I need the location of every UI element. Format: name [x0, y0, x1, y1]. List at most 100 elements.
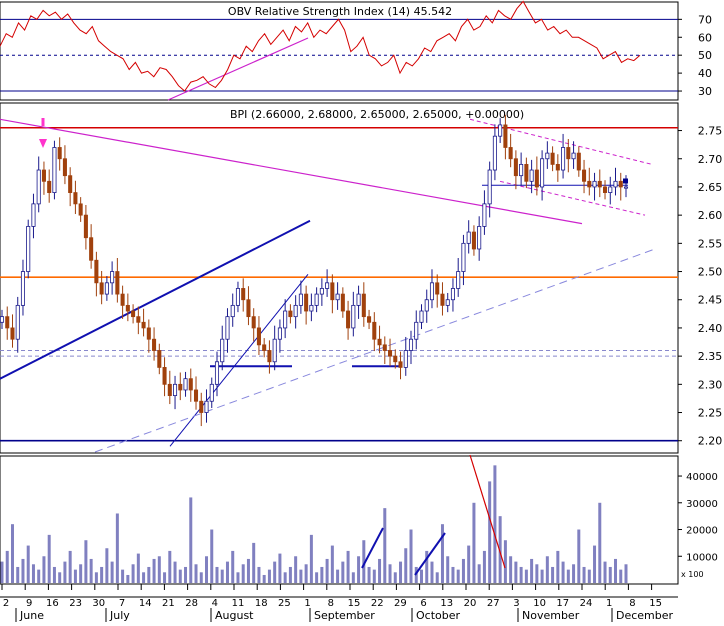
volume-bar: [304, 564, 308, 583]
candle-body: [99, 282, 104, 295]
x-month-label: August: [215, 609, 254, 622]
candle-body: [162, 367, 167, 385]
candle-body: [309, 304, 314, 312]
volume-y-tick-label: 30000: [686, 499, 718, 510]
volume-bar: [524, 569, 528, 583]
candle-body: [623, 186, 629, 189]
price-y-tick-label: 2.35: [698, 350, 723, 363]
candle-body: [193, 389, 199, 402]
candle-body: [529, 169, 534, 182]
volume-bar: [58, 572, 62, 583]
candle-body: [204, 400, 209, 413]
volume-bar: [147, 566, 151, 583]
candle-body: [477, 226, 482, 250]
candle-body: [393, 355, 398, 363]
candle-body: [414, 321, 419, 340]
volume-bar: [419, 569, 423, 583]
candle-body: [576, 152, 581, 171]
candle-body: [571, 152, 576, 160]
candle-body: [592, 180, 597, 188]
candle-body: [492, 135, 497, 171]
volume-bar: [157, 556, 161, 583]
volume-bar: [278, 553, 282, 583]
candle-body: [277, 327, 282, 340]
x-day-label: 28: [185, 598, 198, 609]
price-y-tick-label: 2.75: [698, 125, 723, 138]
candle-body: [356, 293, 361, 306]
volume-bar: [299, 569, 303, 583]
price-y-tick-label: 2.70: [698, 153, 723, 166]
price-y-tick-label: 2.30: [698, 378, 723, 391]
volume-bar: [467, 545, 471, 583]
volume-bar: [105, 548, 109, 583]
volume-bar: [509, 556, 513, 583]
price-y-tick-label: 2.45: [698, 294, 723, 307]
candle-body: [183, 378, 188, 391]
price-y-tick-label: 2.65: [698, 181, 723, 194]
x-day-label: 23: [69, 598, 82, 609]
volume-bar: [37, 569, 41, 583]
candle-body: [225, 316, 230, 340]
candle-body: [41, 169, 46, 182]
volume-bar: [535, 564, 539, 583]
candle-body: [388, 350, 393, 357]
candle-body: [209, 383, 214, 402]
volume-bar: [231, 550, 235, 583]
price-y-tick-label: 2.25: [698, 407, 723, 420]
candle-body: [235, 288, 240, 306]
candle-body: [10, 327, 15, 340]
volume-bar: [325, 558, 329, 583]
x-day-label: 3: [513, 598, 519, 609]
candle-body: [20, 271, 26, 306]
volume-y-tick-label: 10000: [686, 552, 718, 563]
candle-body: [241, 288, 246, 301]
volume-bar: [378, 558, 382, 583]
volume-bar: [225, 561, 229, 583]
x-month-labels: June July August September October November De…: [15, 608, 674, 622]
candle-body: [382, 344, 387, 351]
candle-body: [52, 147, 57, 193]
volume-bar: [582, 566, 586, 583]
volume-bar: [493, 465, 497, 583]
volume-bar: [435, 572, 439, 583]
volume-bar: [451, 566, 455, 583]
candle-body: [466, 231, 471, 244]
x-month-label: December: [616, 609, 674, 622]
candle-body: [319, 288, 324, 295]
x-day-label: 9: [26, 598, 32, 609]
candle-body: [461, 242, 466, 272]
x-day-label: 15: [348, 598, 361, 609]
volume-bar: [126, 574, 130, 583]
volume-y-tick-label: 40000: [686, 472, 718, 483]
x-month-label: June: [19, 609, 44, 622]
candle-body: [167, 383, 172, 397]
volume-bar: [530, 558, 534, 583]
volume-bar: [136, 553, 140, 583]
x-day-label: 1: [304, 598, 310, 609]
volume-bar: [446, 556, 450, 583]
price-y-tick-label: 2.55: [698, 237, 723, 250]
volume-bar: [89, 558, 93, 583]
volume-bar: [100, 566, 104, 583]
volume-unit-label: x 100: [681, 570, 704, 579]
x-day-label: 8: [328, 598, 334, 609]
volume-bar: [614, 558, 618, 583]
x-day-label: 8: [629, 598, 635, 609]
volume-bar: [624, 564, 628, 583]
candle-body: [403, 350, 408, 368]
candle-body: [62, 158, 67, 177]
volume-bar: [31, 564, 35, 583]
volume-bar: [262, 574, 266, 583]
volume-bar: [477, 564, 481, 583]
candle-body: [398, 361, 403, 368]
candle-body: [550, 152, 555, 165]
x-day-label: 20: [464, 598, 477, 609]
candle-body: [582, 169, 587, 182]
last-close-marker: [623, 178, 628, 184]
volume-bar: [52, 566, 56, 583]
volume-bar: [409, 529, 413, 583]
volume-bar: [252, 542, 256, 583]
volume-bar: [168, 550, 172, 583]
candle-body: [36, 169, 41, 205]
candle-body: [120, 293, 125, 306]
